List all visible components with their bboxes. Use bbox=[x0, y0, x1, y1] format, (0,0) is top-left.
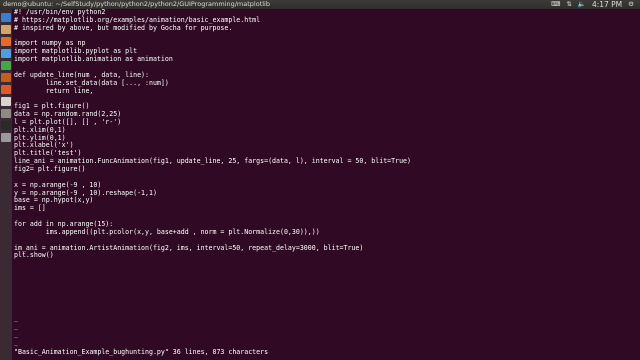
writer-icon[interactable] bbox=[1, 49, 11, 58]
keyboard-indicator-icon[interactable]: ⌨ bbox=[551, 0, 560, 9]
status-line: "Basic_Animation_Example_bughunting.py" … bbox=[14, 348, 269, 356]
code-line[interactable]: return line, bbox=[14, 87, 94, 96]
code-line[interactable]: # inspired by above, but modified by Goc… bbox=[14, 24, 232, 33]
network-icon[interactable]: ⇅ bbox=[566, 0, 571, 9]
settings-icon[interactable] bbox=[1, 109, 11, 118]
code-line[interactable]: import matplotlib.animation as animation bbox=[14, 55, 173, 64]
code-line[interactable]: fig2= plt.figure() bbox=[14, 165, 85, 174]
window-title: demo@ubuntu: ~/SelfStudy/python/python2/… bbox=[3, 0, 270, 8]
terminal-icon[interactable] bbox=[1, 121, 11, 130]
code-line[interactable]: ims.append((plt.pcolor(x,y, base+add , n… bbox=[14, 228, 320, 237]
calc-icon[interactable] bbox=[1, 61, 11, 70]
clock[interactable]: 4:17 PM bbox=[592, 0, 622, 9]
code-line[interactable]: im_ani = animation.ArtistAnimation(fig2,… bbox=[14, 244, 363, 253]
amazon-icon[interactable] bbox=[1, 97, 11, 106]
software-center-icon[interactable] bbox=[1, 85, 11, 94]
code-line[interactable]: plt.show() bbox=[14, 251, 54, 260]
trash-icon[interactable] bbox=[1, 133, 11, 142]
system-tray: ⌨ ⇅ 🔈 4:17 PM ⚙ bbox=[551, 0, 640, 9]
gear-icon[interactable]: ⚙ bbox=[628, 0, 634, 9]
files-icon[interactable] bbox=[1, 25, 11, 34]
dash-icon[interactable] bbox=[1, 13, 11, 22]
launcher bbox=[0, 9, 12, 360]
firefox-icon[interactable] bbox=[1, 37, 11, 46]
code-line[interactable]: ims = [] bbox=[14, 204, 46, 213]
terminal-window[interactable]: #! /usr/bin/env python2 # https://matplot… bbox=[12, 9, 640, 360]
impress-icon[interactable] bbox=[1, 73, 11, 82]
top-panel: demo@ubuntu: ~/SelfStudy/python/python2/… bbox=[0, 0, 640, 9]
volume-icon[interactable]: 🔈 bbox=[578, 0, 586, 9]
